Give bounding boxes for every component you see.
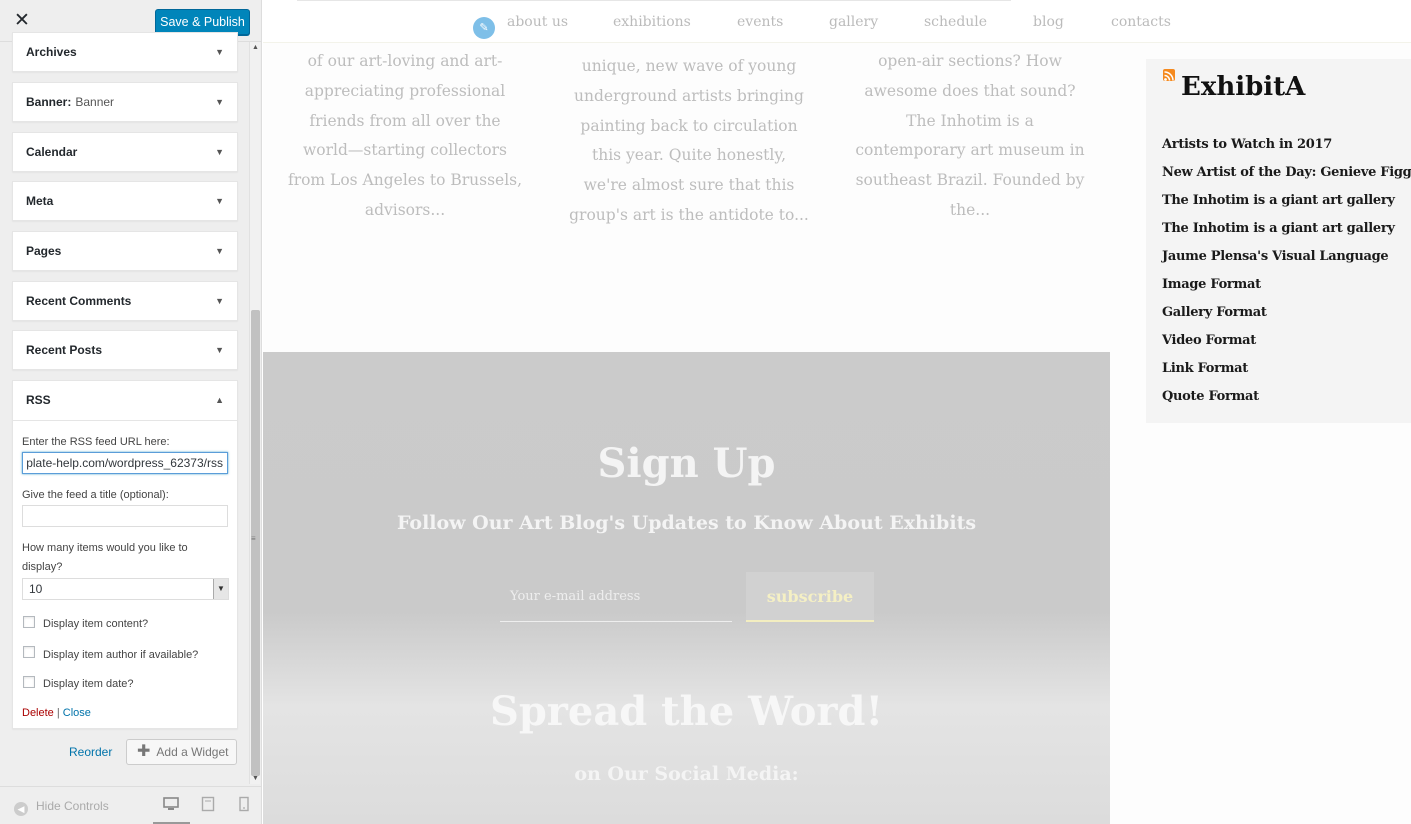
reorder-link[interactable]: Reorder [69, 744, 112, 760]
scroll-up-icon[interactable]: ▲ [250, 44, 261, 51]
chevron-down-icon[interactable]: ▼ [215, 331, 224, 369]
widget-calendar[interactable]: Calendar ▼ [12, 132, 238, 172]
resize-grip-icon[interactable]: ≡ [251, 534, 256, 543]
hide-controls-button[interactable]: ◀ Hide Controls [14, 798, 109, 816]
signup-subtitle: Follow Our Art Blog's Updates to Know Ab… [396, 512, 977, 534]
display-author-checkbox[interactable] [23, 646, 35, 658]
widget-subtitle: Banner [75, 95, 115, 109]
main-navigation: ✎ about us exhibitions events gallery sc… [263, 0, 1411, 43]
chevron-up-icon[interactable]: ▲ [215, 381, 224, 419]
rss-item-link[interactable]: The Inhotim is a giant art gallery [1162, 191, 1395, 211]
rss-item-link[interactable]: Jaume Plensa's Visual Language [1162, 247, 1389, 267]
rss-item-link[interactable]: The Inhotim is a giant art gallery [1162, 219, 1395, 239]
display-author-label: Display item author if available? [43, 649, 199, 661]
display-date-label: Display item date? [43, 678, 134, 690]
post-excerpt: open-air sections? How awesome does that… [855, 52, 1085, 219]
rss-item-link[interactable]: Quote Format [1162, 387, 1259, 407]
rss-url-label: Enter the RSS feed URL here: [22, 436, 170, 448]
widget-banner[interactable]: Banner: Banner ▼ [12, 82, 238, 122]
sidebar-scrollbar[interactable]: ▲ ▼ [249, 42, 260, 784]
widget-title: Archives [26, 45, 77, 59]
display-date-checkbox[interactable] [23, 676, 35, 688]
rss-feed-icon[interactable] [1163, 69, 1175, 81]
rss-items-select[interactable]: 10 ▼ [22, 578, 229, 600]
email-input[interactable]: Your e-mail address [500, 584, 732, 622]
widget-title: Recent Comments [26, 294, 132, 308]
widget-title: Calendar [26, 145, 78, 159]
signup-section: Sign Up Follow Our Art Blog's Updates to… [263, 352, 1110, 824]
rss-items-value: 10 [29, 582, 43, 596]
rss-items-label: How many items would you like to display… [22, 542, 188, 573]
spread-word-title: Spread the Word! [489, 688, 884, 735]
display-content-checkbox[interactable] [23, 616, 35, 628]
rss-widget-actions: Delete | Close [22, 706, 91, 720]
close-icon[interactable]: ✕ [8, 7, 36, 35]
chevron-down-icon[interactable]: ▼ [215, 83, 224, 121]
rss-url-value: plate-help.com/wordpress_62373/rss [26, 456, 223, 470]
scrollbar-thumb[interactable] [251, 310, 260, 776]
add-widget-label: Add a Widget [156, 745, 229, 759]
rss-item-link[interactable]: Artists to Watch in 2017 [1162, 135, 1332, 155]
nav-item-schedule[interactable]: schedule [924, 12, 987, 32]
plus-icon: ✚ [137, 743, 151, 760]
rss-item-link[interactable]: Video Format [1162, 331, 1256, 351]
widget-title: Recent Posts [26, 343, 103, 357]
widget-pages[interactable]: Pages ▼ [12, 231, 238, 271]
delete-link[interactable]: Delete [22, 707, 54, 719]
nav-item-contacts[interactable]: contacts [1111, 12, 1171, 32]
site-preview: ✎ about us exhibitions events gallery sc… [263, 0, 1411, 824]
chevron-down-icon[interactable]: ▼ [215, 232, 224, 270]
chevron-down-icon[interactable]: ▼ [215, 182, 224, 220]
customizer-footer: ◀ Hide Controls [0, 786, 261, 824]
chevron-down-icon[interactable]: ▼ [215, 33, 224, 71]
select-arrow-icon[interactable]: ▼ [213, 579, 228, 599]
widget-title: RSS [26, 393, 51, 407]
mobile-icon[interactable] [238, 796, 252, 812]
close-link[interactable]: Close [63, 707, 91, 719]
add-widget-button[interactable]: ✚ Add a Widget [126, 739, 237, 765]
rss-title-input[interactable] [22, 505, 228, 527]
spread-word-subtitle: on Our Social Media: [574, 763, 799, 785]
post-excerpt: unique, new wave of young underground ar… [569, 57, 809, 224]
edit-pencil-icon[interactable]: ✎ [473, 17, 495, 39]
nav-item-blog[interactable]: blog [1033, 12, 1064, 32]
nav-item-gallery[interactable]: gallery [829, 12, 878, 32]
rss-item-link[interactable]: Image Format [1162, 275, 1261, 295]
rss-widget-form: Enter the RSS feed URL here: plate-help.… [13, 420, 237, 719]
customizer-sidebar: ✕ Save & Publish Archives ▼ Banner: Banner… [0, 0, 262, 824]
nav-item-exhibitions[interactable]: exhibitions [613, 12, 691, 32]
scroll-down-icon[interactable]: ▼ [250, 775, 261, 782]
rss-widget-preview: ExhibitA Artists to Watch in 2017 New Ar… [1146, 59, 1411, 423]
rss-item-link[interactable]: Gallery Format [1162, 303, 1267, 323]
chevron-down-icon[interactable]: ▼ [215, 282, 224, 320]
nav-item-events[interactable]: events [737, 12, 783, 32]
display-content-label: Display item content? [43, 618, 149, 630]
rss-item-link[interactable]: New Artist of the Day: Genieve Figgis [1162, 163, 1411, 183]
action-separator: | [56, 707, 60, 719]
nav-divider [297, 0, 1011, 1]
widget-title: Banner: [26, 95, 72, 109]
rss-title-label: Give the feed a title (optional): [22, 489, 169, 501]
nav-item-about-us[interactable]: about us [507, 12, 568, 32]
widget-recent-posts[interactable]: Recent Posts ▼ [12, 330, 238, 370]
tablet-icon[interactable] [201, 796, 215, 812]
collapse-arrow-icon: ◀ [14, 802, 28, 816]
hide-controls-label: Hide Controls [36, 799, 109, 813]
widget-rss[interactable]: RSS ▲ Enter the RSS feed URL here: plate-… [12, 380, 238, 729]
widget-meta[interactable]: Meta ▼ [12, 181, 238, 221]
widget-title: Meta [26, 194, 54, 208]
subscribe-button[interactable]: subscribe [746, 572, 874, 622]
chevron-down-icon[interactable]: ▼ [215, 133, 224, 171]
widget-recent-comments[interactable]: Recent Comments ▼ [12, 281, 238, 321]
rss-url-input[interactable]: plate-help.com/wordpress_62373/rss [22, 452, 228, 474]
desktop-icon[interactable] [163, 796, 179, 812]
rss-widget-title[interactable]: ExhibitA [1181, 69, 1305, 105]
widget-archives[interactable]: Archives ▼ [12, 32, 238, 72]
widget-title: Pages [26, 244, 62, 258]
post-excerpt: of our art-loving and art-appreciating p… [287, 52, 523, 219]
rss-item-link[interactable]: Link Format [1162, 359, 1248, 379]
signup-title: Sign Up [597, 440, 776, 487]
